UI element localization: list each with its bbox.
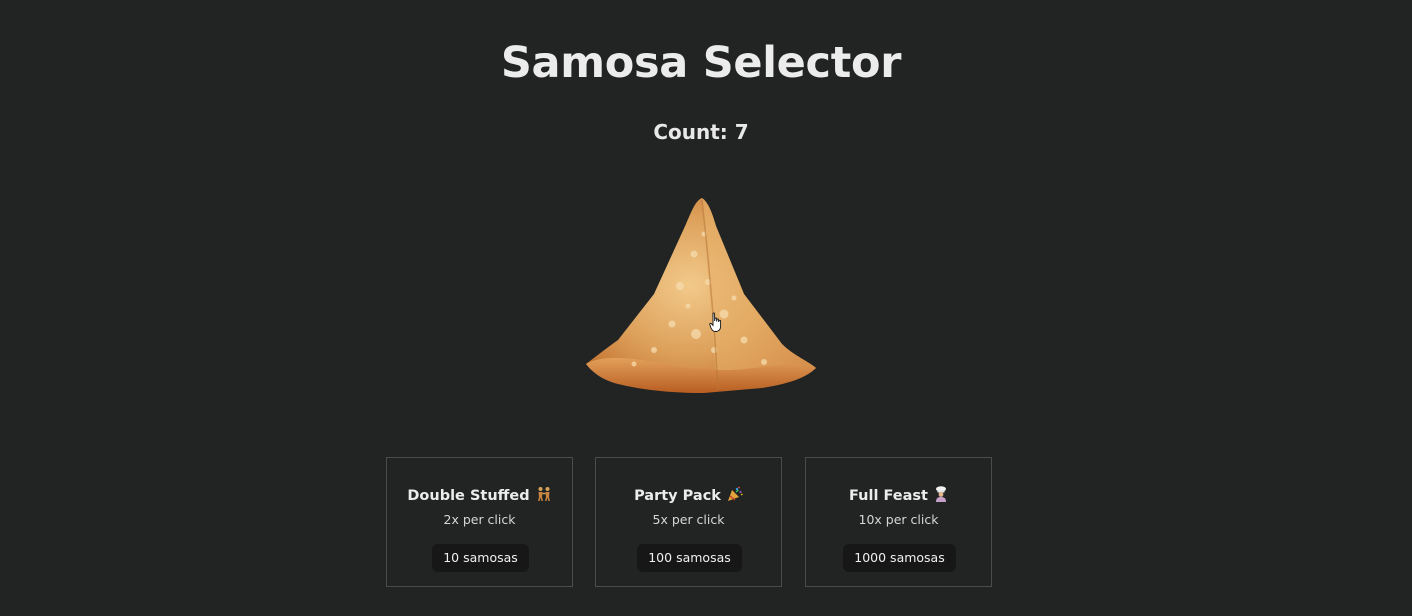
- buy-party-pack-button[interactable]: 100 samosas: [637, 544, 742, 572]
- hand-pointer-icon: [709, 312, 722, 332]
- page-title: Samosa Selector: [500, 38, 902, 88]
- upgrade-rate: 2x per click: [443, 512, 516, 527]
- upgrade-title: Full Feast: [806, 486, 991, 506]
- upgrade-card-full-feast: Full Feast 10x per click 1000 samosas: [805, 457, 992, 587]
- upgrade-cards: Double Stuffed 2x per click 10 samosas P…: [386, 457, 996, 589]
- upgrade-title: Party Pack: [596, 486, 781, 506]
- buy-full-feast-button[interactable]: 1000 samosas: [843, 544, 956, 572]
- upgrade-rate: 10x per click: [858, 512, 939, 527]
- samosa-selector-page: Samosa Selector Count: 7 Double Stuffed …: [0, 0, 1412, 616]
- party-popper-icon: [727, 486, 743, 506]
- upgrade-name: Full Feast: [849, 488, 928, 504]
- samosa-count: Count: 7: [653, 120, 749, 144]
- upgrade-card-double-stuffed: Double Stuffed 2x per click 10 samosas: [386, 457, 573, 587]
- chef-icon: [934, 486, 948, 506]
- upgrade-rate: 5x per click: [652, 512, 725, 527]
- upgrade-name: Double Stuffed: [407, 488, 530, 504]
- upgrade-name: Party Pack: [634, 488, 721, 504]
- people-holding-hands-icon: [536, 486, 552, 506]
- samosa-click-button[interactable]: [584, 194, 820, 394]
- buy-double-stuffed-button[interactable]: 10 samosas: [432, 544, 529, 572]
- upgrade-card-party-pack: Party Pack 5x per click 100 samosas: [595, 457, 782, 587]
- upgrade-title: Double Stuffed: [387, 486, 572, 506]
- samosa-icon: [586, 198, 816, 393]
